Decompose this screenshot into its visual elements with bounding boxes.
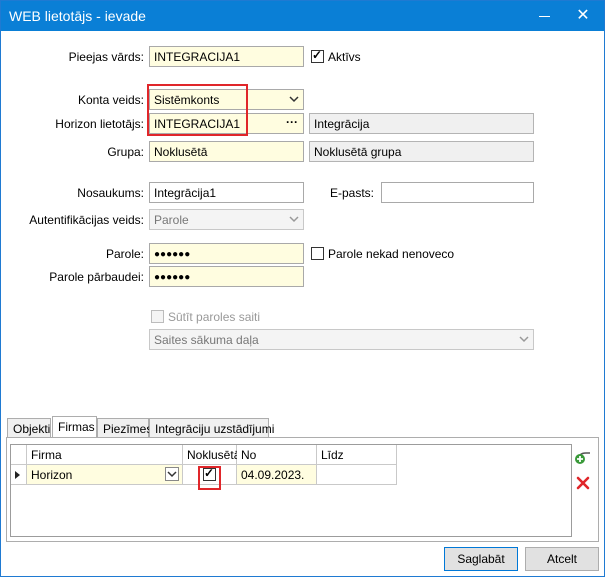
- password-confirm-input[interactable]: ●●●●●●: [149, 266, 304, 287]
- password-label: Parole:: [105, 247, 144, 261]
- password-never-expires-checkbox[interactable]: [311, 247, 324, 260]
- auth-type-value: Parole: [154, 213, 189, 227]
- email-input[interactable]: [381, 182, 534, 203]
- auth-type-label: Autentifikācijas veids:: [29, 213, 144, 227]
- annotation-highlight-box: [147, 84, 248, 136]
- password-never-expires-label: Parole nekad nenoveco: [328, 247, 455, 261]
- login-input[interactable]: INTEGRACIJA1: [149, 46, 304, 67]
- tab-firmas[interactable]: Firmas: [52, 416, 97, 438]
- annotation-highlight-box: [198, 466, 221, 490]
- table-cell-to[interactable]: [317, 465, 397, 485]
- account-type-label: Konta veids:: [77, 93, 144, 107]
- column-header-noklusēta[interactable]: Noklusētā: [183, 445, 240, 465]
- save-button[interactable]: Saglabāt: [444, 547, 518, 571]
- link-start-page-select[interactable]: Saites sākuma daļa: [149, 329, 534, 350]
- send-password-link-checkbox[interactable]: [151, 310, 164, 323]
- window-title: WEB lietotājs - ievade: [9, 8, 146, 24]
- close-icon[interactable]: ✕: [573, 6, 593, 26]
- send-password-link-label: Sūtīt paroles saiti: [168, 310, 261, 324]
- password-confirm-label: Parole pārbaudei:: [49, 270, 144, 284]
- auth-type-select[interactable]: Parole: [149, 209, 304, 230]
- firms-grid: Firma Noklusētā No Līdz Horizon 04.09.20…: [10, 444, 572, 537]
- dialog-window: WEB lietotājs - ievade ✕ Pieejas vārds: …: [0, 0, 605, 577]
- tab-piezimes[interactable]: Piezīmes: [97, 418, 152, 438]
- name-label: Nosaukums:: [77, 186, 144, 200]
- chevron-down-icon: [519, 336, 529, 343]
- column-header-firma[interactable]: Firma: [27, 445, 183, 465]
- name-input[interactable]: Integrācija1: [149, 182, 304, 203]
- group-label: Grupa:: [107, 145, 144, 159]
- horizon-user-label: Horizon lietotājs:: [55, 117, 144, 131]
- active-checkbox[interactable]: [311, 48, 324, 63]
- group-input[interactable]: Noklusētā: [149, 141, 304, 162]
- tab-panel-firmas: Firma Noklusētā No Līdz Horizon 04.09.20…: [6, 437, 599, 542]
- table-cell-from[interactable]: 04.09.2023.: [237, 465, 317, 485]
- chevron-down-icon: [289, 216, 299, 223]
- column-header-no[interactable]: No: [237, 445, 317, 465]
- email-label: E-pasts:: [329, 186, 374, 200]
- title-bar: WEB lietotājs - ievade ✕: [1, 1, 604, 31]
- tab-integraciju-uzstadijumi[interactable]: Integrāciju uzstādījumi: [149, 418, 274, 438]
- active-label: Aktīvs: [328, 50, 361, 64]
- add-row-icon[interactable]: [574, 449, 592, 465]
- chevron-down-icon: [289, 96, 299, 103]
- password-input[interactable]: ●●●●●●: [149, 243, 304, 264]
- ellipsis-icon[interactable]: ···: [286, 115, 298, 129]
- table-cell-firma[interactable]: Horizon: [27, 465, 183, 485]
- horizon-user-name: Integrācija: [309, 113, 534, 134]
- minimize-icon[interactable]: [533, 3, 557, 27]
- tab-objekti[interactable]: Objekti: [7, 418, 51, 438]
- delete-row-icon[interactable]: [575, 475, 591, 491]
- login-label: Pieejas vārds:: [68, 50, 144, 64]
- cancel-button[interactable]: Atcelt: [525, 547, 599, 571]
- firma-dropdown-button[interactable]: [165, 467, 179, 481]
- row-pointer-icon[interactable]: [11, 465, 27, 485]
- chevron-down-icon: [167, 471, 177, 478]
- grid-row-header-corner: [11, 445, 27, 465]
- link-start-page-value: Saites sākuma daļa: [154, 333, 259, 347]
- firma-value: Horizon: [31, 468, 73, 482]
- group-name: Noklusētā grupa: [309, 141, 534, 162]
- column-header-lidz[interactable]: Līdz: [317, 445, 397, 465]
